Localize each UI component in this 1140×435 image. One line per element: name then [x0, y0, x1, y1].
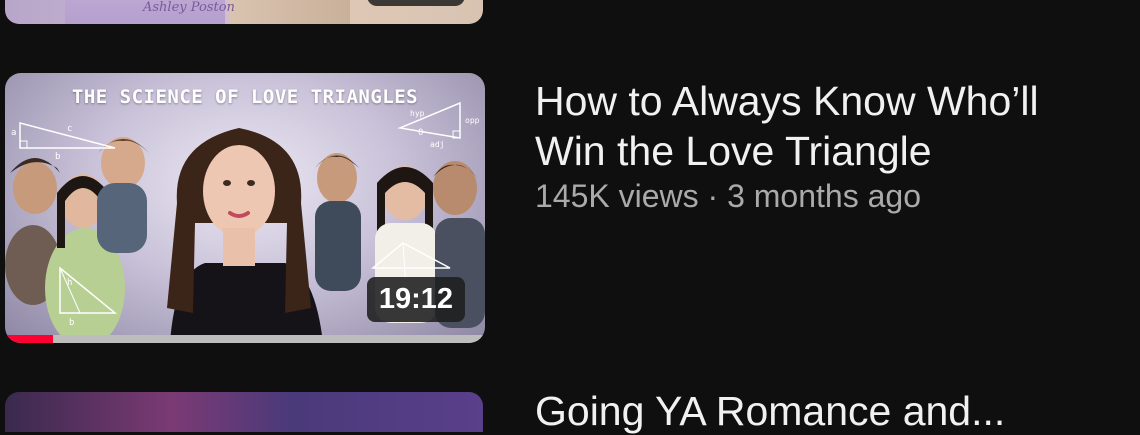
- triangle-label-adj: adj: [430, 140, 444, 149]
- photo-image: [230, 0, 350, 24]
- watch-progress-fill: [5, 335, 53, 343]
- previous-video-thumbnail[interactable]: Ashley Poston: [5, 0, 483, 24]
- video-thumbnail[interactable]: a c b hyp opp adj θ h b THE SCIENCE OF L…: [5, 73, 485, 343]
- previous-duration-badge: [367, 0, 465, 6]
- video-title[interactable]: How to Always Know Who’ll Win the Love T…: [535, 76, 1140, 176]
- triangle-label-b: b: [55, 152, 60, 162]
- video-title-line-1: How to Always Know Who’ll: [535, 78, 1039, 124]
- watch-progress-track: [5, 335, 485, 343]
- triangle-label-hyp: hyp: [410, 109, 425, 118]
- triangle-label-a: a: [11, 128, 16, 138]
- author-text: Ashley Poston: [143, 0, 235, 15]
- duration-badge: 19:12: [366, 277, 465, 322]
- svg-text:b: b: [69, 318, 74, 328]
- triangle-label-c: c: [67, 124, 72, 134]
- thumbnail-title-text: THE SCIENCE OF LOVE TRIANGLES: [71, 86, 419, 108]
- video-info[interactable]: How to Always Know Who’ll Win the Love T…: [535, 76, 1140, 215]
- next-video-title[interactable]: Going YA Romance and...: [535, 388, 1005, 435]
- next-video-thumbnail[interactable]: [5, 392, 483, 432]
- video-meta: 145K views · 3 months ago: [535, 178, 921, 214]
- video-title-line-2: Win the Love Triangle: [535, 128, 932, 174]
- triangle-label-h: h: [67, 278, 72, 288]
- triangle-label-theta: θ: [418, 128, 423, 138]
- triangle-label-opp: opp: [465, 116, 480, 125]
